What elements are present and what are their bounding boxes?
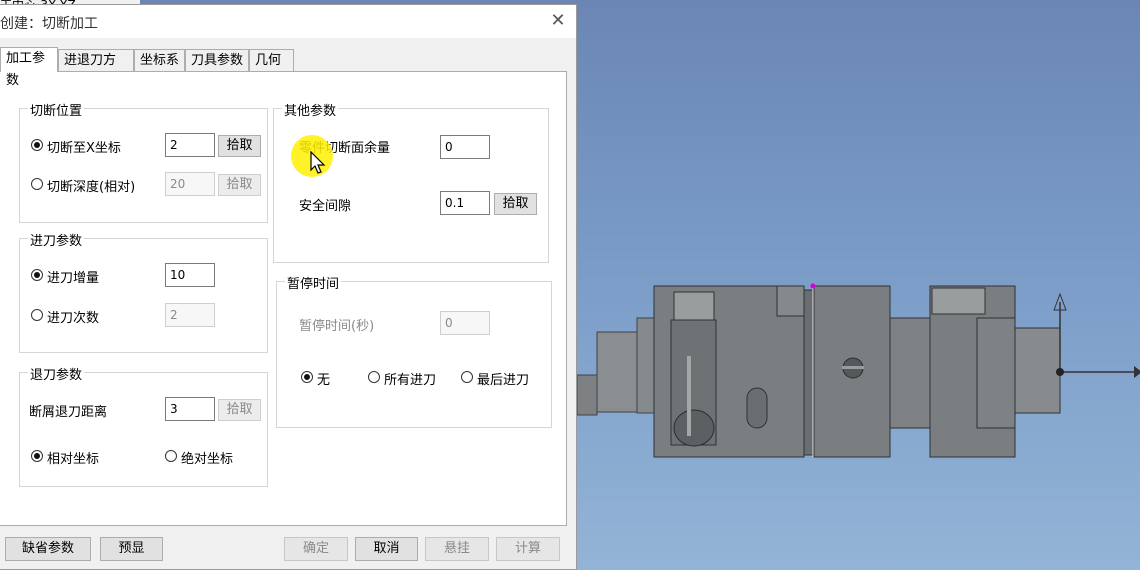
cut-to-x-input[interactable]: 2: [165, 133, 215, 157]
dwell-time-input[interactable]: 0: [440, 311, 490, 335]
tab-machining-params[interactable]: 加工参数: [0, 47, 58, 88]
group-title: 切断位置: [28, 100, 85, 119]
retract-params-group: 退刀参数 断屑退刀距离 3 拾取 相对坐标 绝对坐标: [19, 364, 268, 487]
feed-count-input[interactable]: 2: [165, 303, 215, 327]
relative-coords-label: 相对坐标: [47, 452, 100, 467]
axis-indicator: [1053, 292, 1140, 378]
feed-count-label: 进刀次数: [47, 311, 100, 326]
cut-depth-input[interactable]: 20: [165, 172, 215, 196]
cut-to-x-label: 切断至X坐标: [47, 141, 121, 156]
default-params-button[interactable]: 缺省参数: [5, 537, 91, 561]
tab-approach-retract[interactable]: 进退刀方式: [58, 49, 134, 90]
feed-increment-input[interactable]: 10: [165, 263, 215, 287]
turned-part-model: [577, 283, 1061, 458]
tab-geometry[interactable]: 几何: [249, 49, 294, 71]
dwell-last-feed-label: 最后进刀: [477, 373, 530, 388]
tab-tool-params[interactable]: 刀具参数: [185, 49, 249, 71]
cut-off-dialog: 创建：切断加工 ✕ 加工参数 进退刀方式 坐标系 刀具参数 几何 切断位置 切断…: [0, 4, 577, 570]
pick-button-disabled[interactable]: 拾取: [218, 399, 261, 421]
feed-count-radio[interactable]: [31, 309, 43, 321]
ok-button[interactable]: 确定: [284, 537, 348, 561]
feed-increment-label: 进刀增量: [47, 271, 100, 286]
3d-viewport[interactable]: [577, 0, 1140, 570]
chip-retract-distance-label: 断屑退刀距离: [29, 405, 108, 420]
cut-depth-radio[interactable]: [31, 178, 43, 190]
group-title: 其他参数: [282, 100, 339, 119]
dwell-none-radio[interactable]: [301, 371, 313, 383]
safety-clearance-label: 安全间隙: [299, 199, 352, 214]
dwell-all-feeds-label: 所有进刀: [384, 373, 437, 388]
close-icon[interactable]: ✕: [546, 10, 570, 32]
chip-retract-distance-input[interactable]: 3: [165, 397, 215, 421]
relative-coords-radio[interactable]: [31, 450, 43, 462]
cut-position-group: 切断位置 切断至X坐标 2 拾取 切断深度(相对) 20 拾取: [19, 100, 268, 223]
cut-to-x-radio[interactable]: [31, 139, 43, 151]
dwell-all-feeds-radio[interactable]: [368, 371, 380, 383]
calculate-button[interactable]: 计算: [496, 537, 560, 561]
feed-increment-radio[interactable]: [31, 269, 43, 281]
dwell-none-label: 无: [317, 373, 331, 388]
machining-params-panel: 切断位置 切断至X坐标 2 拾取 切断深度(相对) 20 拾取 进刀参数 进刀增…: [0, 71, 567, 526]
cut-face-allowance-input[interactable]: 0: [440, 135, 490, 159]
absolute-coords-radio[interactable]: [165, 450, 177, 462]
dialog-title: 创建：切断加工: [0, 16, 98, 32]
dwell-time-group: 暂停时间 暂停时间(秒) 0 无 所有进刀 最后进刀: [276, 273, 552, 428]
safety-clearance-input[interactable]: 0.1: [440, 191, 490, 215]
group-title: 退刀参数: [28, 364, 85, 383]
other-params-group: 其他参数 零件切断面余量 0 安全间隙 0.1 拾取: [273, 100, 549, 263]
absolute-coords-label: 绝对坐标: [181, 452, 234, 467]
cancel-button[interactable]: 取消: [355, 537, 418, 561]
tab-coordinate-system[interactable]: 坐标系: [134, 49, 185, 71]
feed-params-group: 进刀参数 进刀增量 10 进刀次数 2: [19, 230, 268, 353]
mouse-pointer-icon: [310, 151, 326, 174]
preview-button[interactable]: 预显: [100, 537, 163, 561]
pick-button[interactable]: 拾取: [494, 193, 537, 215]
dialog-titlebar[interactable]: 创建：切断加工 ✕: [0, 5, 576, 38]
suspend-button[interactable]: 悬挂: [425, 537, 489, 561]
cut-depth-label: 切断深度(相对): [47, 180, 136, 195]
group-title: 进刀参数: [28, 230, 85, 249]
pick-button[interactable]: 拾取: [218, 135, 261, 157]
group-title: 暂停时间: [285, 273, 342, 292]
dwell-last-feed-radio[interactable]: [461, 371, 473, 383]
pick-button-disabled[interactable]: 拾取: [218, 174, 261, 196]
dwell-time-label: 暂停时间(秒): [299, 319, 375, 334]
